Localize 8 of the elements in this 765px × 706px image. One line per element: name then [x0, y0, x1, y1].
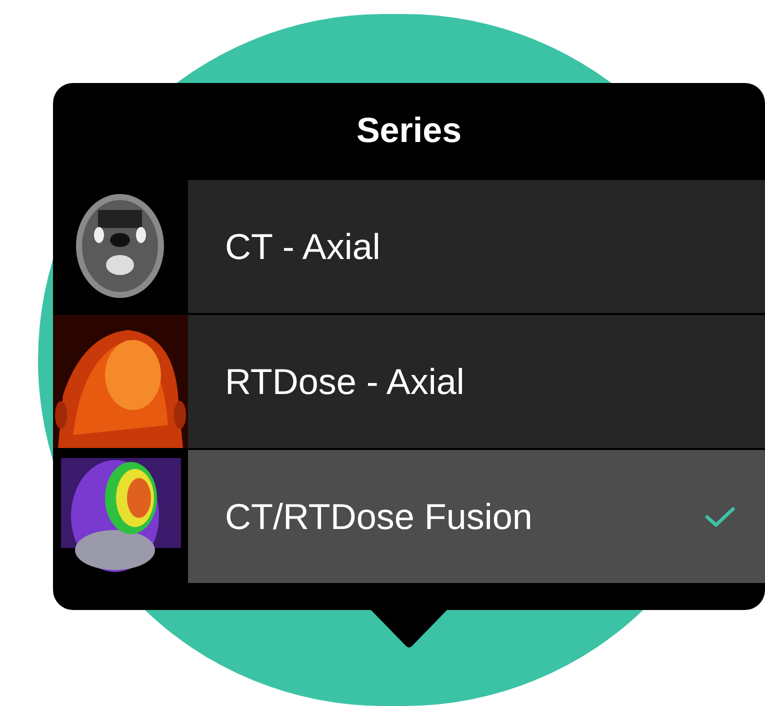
series-item[interactable]: CT - Axial — [53, 180, 765, 313]
popover-title: Series — [356, 110, 462, 152]
series-item[interactable]: CT/RTDose Fusion — [53, 450, 765, 583]
series-label: CT - Axial — [225, 224, 382, 268]
series-label: RTDose - Axial — [225, 360, 466, 404]
series-item[interactable]: RTDose - Axial — [53, 315, 765, 448]
series-label: CT/RTDose Fusion — [225, 494, 534, 538]
check-icon — [705, 506, 735, 528]
